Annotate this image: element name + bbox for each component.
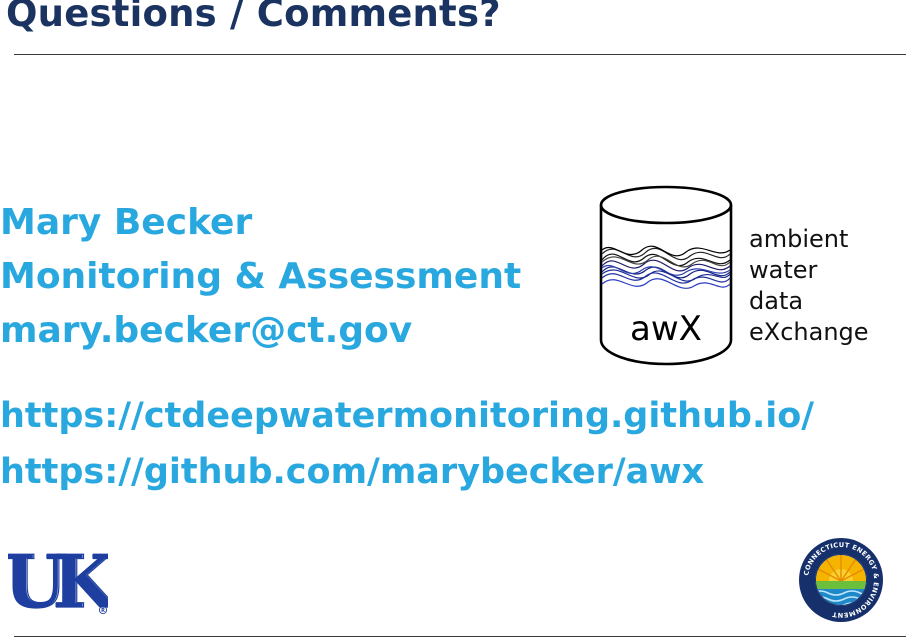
contact-department: Monitoring & Assessment bbox=[0, 256, 522, 297]
awx-word: data bbox=[749, 287, 804, 315]
awx-word: water bbox=[749, 256, 818, 284]
awx-logo: awX bbox=[599, 185, 733, 366]
awx-word: ambient bbox=[749, 225, 849, 253]
contact-block: Mary Becker Monitoring & Assessment mary… bbox=[0, 196, 521, 358]
awx-logo-text: awX bbox=[630, 309, 702, 349]
svg-text:UK: UK bbox=[8, 543, 108, 617]
contact-name: Mary Becker bbox=[0, 202, 253, 243]
awx-words: ambient water data eXchange bbox=[749, 224, 869, 348]
title-divider bbox=[14, 54, 906, 55]
link-github-repo[interactable]: https://github.com/marybecker/awx bbox=[0, 444, 814, 500]
uk-logo: UK UK R bbox=[8, 543, 108, 617]
wave-lines-icon bbox=[601, 245, 731, 289]
slide-title: Questions / Comments? bbox=[6, 0, 501, 35]
footer-divider bbox=[14, 636, 906, 637]
svg-text:R: R bbox=[101, 608, 105, 614]
awx-word: eXchange bbox=[749, 318, 869, 346]
ct-seal-logo: CONNECTICUT ENERGY & ENVIRONMENT bbox=[799, 538, 883, 622]
link-github-pages[interactable]: https://ctdeepwatermonitoring.github.io/ bbox=[0, 388, 814, 444]
contact-email[interactable]: mary.becker@ct.gov bbox=[0, 304, 521, 358]
links-block: https://ctdeepwatermonitoring.github.io/… bbox=[0, 388, 814, 500]
